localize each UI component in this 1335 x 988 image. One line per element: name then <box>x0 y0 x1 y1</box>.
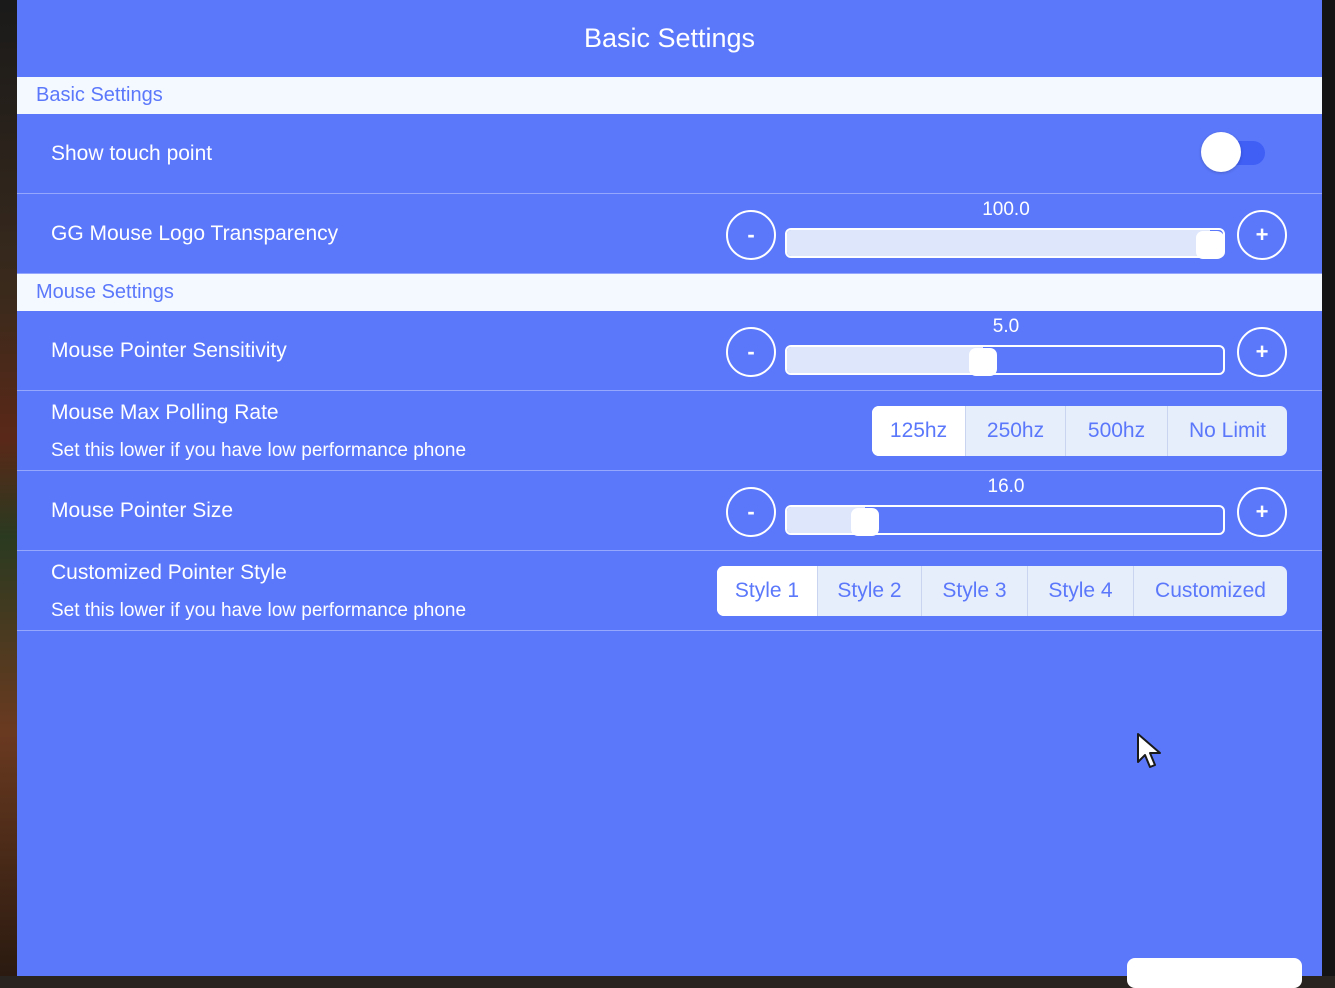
row-pointer-style: Customized Pointer Style Set this lower … <box>17 551 1322 631</box>
background-game-strip <box>0 0 17 976</box>
pointer-style-label: Customized Pointer Style <box>51 561 287 584</box>
pointer-sensitivity-decrease-button[interactable]: - <box>726 327 776 377</box>
pointer-sensitivity-value: 5.0 <box>992 316 1020 337</box>
settings-panel: Basic Settings Basic Settings Show touch… <box>17 0 1322 988</box>
polling-rate-hint: Set this lower if you have low performan… <box>51 440 467 461</box>
pointer-size-label: Mouse Pointer Size <box>51 498 234 522</box>
pointer-sensitivity-increase-button[interactable]: + <box>1237 327 1287 377</box>
slider-thumb[interactable] <box>851 508 880 536</box>
row-show-touch-point: Show touch point <box>17 114 1322 194</box>
pointer-style-option-4[interactable]: Style 4 <box>1027 566 1133 616</box>
pointer-style-option-2[interactable]: Style 2 <box>817 566 921 616</box>
bottom-action-button[interactable] <box>1127 958 1302 988</box>
polling-rate-option-125hz[interactable]: 125hz <box>872 406 965 456</box>
row-logo-transparency: GG Mouse Logo Transparency - 100.0 + <box>17 194 1322 274</box>
mouse-cursor-icon <box>1135 732 1165 775</box>
pointer-size-increase-button[interactable]: + <box>1237 487 1287 537</box>
polling-rate-option-no-limit[interactable]: No Limit <box>1167 406 1287 456</box>
pointer-style-option-customized[interactable]: Customized <box>1133 566 1287 616</box>
polling-rate-selector: 125hz 250hz 500hz No Limit <box>872 406 1287 456</box>
slider-fill <box>787 230 1210 256</box>
pointer-style-option-3[interactable]: Style 3 <box>921 566 1027 616</box>
show-touch-point-toggle[interactable] <box>1201 132 1265 172</box>
logo-transparency-value: 100.0 <box>982 199 1030 220</box>
logo-transparency-label: GG Mouse Logo Transparency <box>51 221 339 245</box>
pointer-sensitivity-slider[interactable] <box>785 345 1225 376</box>
logo-transparency-decrease-button[interactable]: - <box>726 210 776 260</box>
section-header-mouse: Mouse Settings <box>17 274 1322 311</box>
pointer-style-hint: Set this lower if you have low performan… <box>51 600 467 621</box>
pointer-style-selector: Style 1 Style 2 Style 3 Style 4 Customiz… <box>717 566 1287 616</box>
logo-transparency-slider[interactable] <box>785 228 1225 259</box>
section-header-basic: Basic Settings <box>17 77 1322 114</box>
background-edge <box>1322 0 1335 976</box>
pointer-size-decrease-button[interactable]: - <box>726 487 776 537</box>
row-pointer-size: Mouse Pointer Size - 16.0 + <box>17 471 1322 551</box>
logo-transparency-increase-button[interactable]: + <box>1237 210 1287 260</box>
polling-rate-option-500hz[interactable]: 500hz <box>1065 406 1167 456</box>
row-pointer-sensitivity: Mouse Pointer Sensitivity - 5.0 + <box>17 311 1322 391</box>
pointer-style-option-1[interactable]: Style 1 <box>717 566 817 616</box>
polling-rate-label: Mouse Max Polling Rate <box>51 401 279 424</box>
slider-thumb[interactable] <box>969 348 998 376</box>
pointer-size-slider[interactable] <box>785 505 1225 536</box>
page-title: Basic Settings <box>583 23 756 53</box>
row-polling-rate: Mouse Max Polling Rate Set this lower if… <box>17 391 1322 471</box>
polling-rate-option-250hz[interactable]: 250hz <box>965 406 1065 456</box>
slider-fill <box>787 347 984 373</box>
toggle-knob <box>1201 132 1241 172</box>
pointer-sensitivity-label: Mouse Pointer Sensitivity <box>51 338 287 362</box>
pointer-size-value: 16.0 <box>987 476 1025 497</box>
show-touch-point-label: Show touch point <box>51 141 213 165</box>
slider-thumb[interactable] <box>1195 231 1224 259</box>
